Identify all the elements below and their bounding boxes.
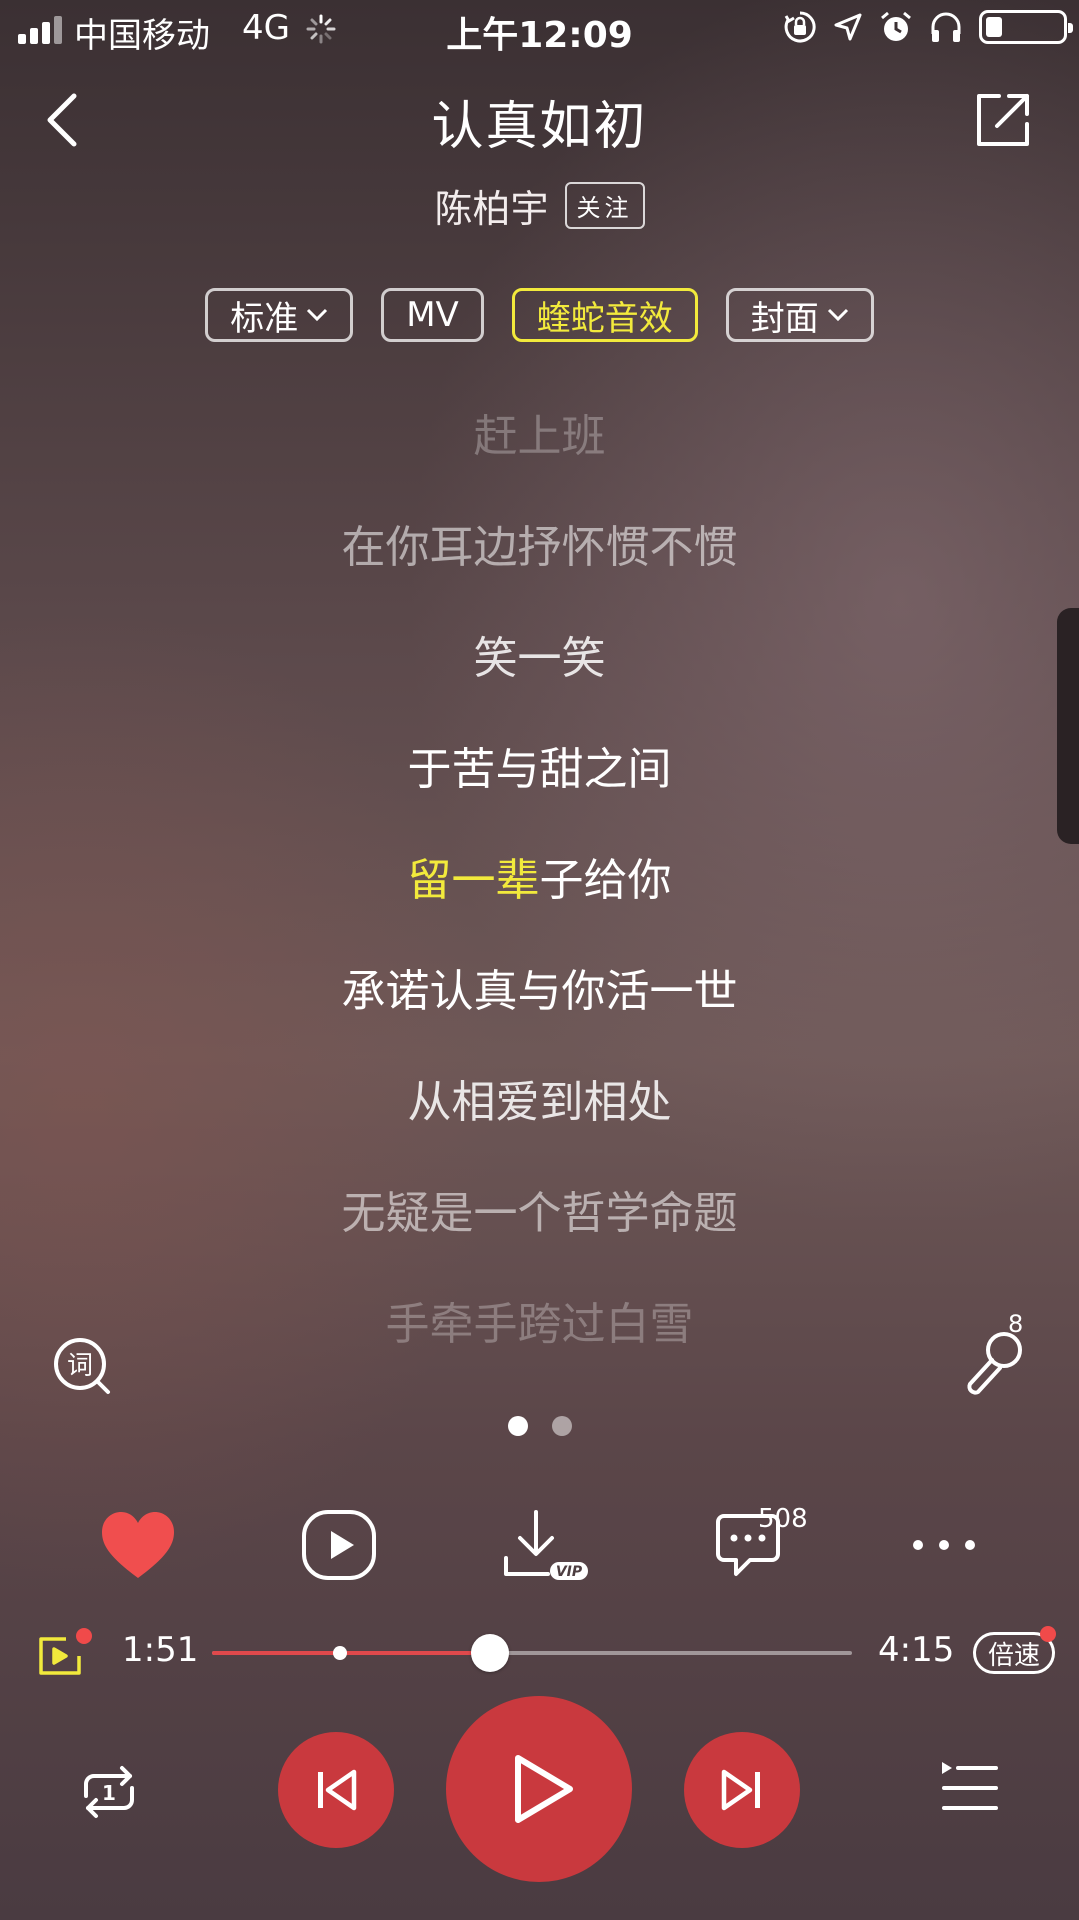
playlist-button[interactable]: [938, 1760, 1000, 1816]
heart-icon: [102, 1512, 174, 1578]
lyric-line: 赶上班: [473, 411, 606, 462]
video-playlist-icon: [39, 1637, 81, 1675]
page-dot[interactable]: [551, 1416, 572, 1436]
headphones-icon: [931, 12, 961, 42]
cover-selector[interactable]: 封面: [725, 288, 874, 342]
option-chips: 标准 MV 蝰蛇音效 封面: [0, 288, 1079, 342]
sound-effect-button[interactable]: 蝰蛇音效: [511, 288, 698, 342]
quality-selector[interactable]: 标准: [205, 288, 354, 342]
more-button[interactable]: [904, 1508, 984, 1582]
lyric-line: 手牵手跨过白雪: [385, 1299, 694, 1350]
rotation-lock-icon: [784, 11, 816, 43]
lyric-line: 在你耳边抒怀惯不惯: [341, 522, 738, 573]
progress-played: [212, 1651, 491, 1655]
quality-label: 标准: [230, 298, 299, 339]
lyric-line: 于苦与甜之间: [407, 744, 672, 795]
playlist-icon: [942, 1762, 998, 1810]
follow-button[interactable]: 关注: [564, 182, 645, 229]
play-video-icon: [302, 1510, 376, 1580]
comment-count: 508: [758, 1504, 808, 1534]
share-button[interactable]: [971, 88, 1035, 152]
notification-dot: [76, 1628, 92, 1644]
artist-name[interactable]: 陈柏宇: [434, 178, 548, 233]
previous-button[interactable]: [278, 1732, 394, 1848]
status-bar: 中国移动 4G 上午12:09: [0, 0, 1079, 60]
page-dot-active[interactable]: [507, 1416, 528, 1436]
download-button[interactable]: VIP: [502, 1508, 590, 1582]
microphone-icon: [967, 1332, 1022, 1395]
next-button[interactable]: [684, 1732, 800, 1848]
like-button[interactable]: [98, 1508, 178, 1582]
sung-portion: 留一辈: [407, 855, 540, 906]
progress-track[interactable]: [212, 1634, 852, 1672]
progress-marker: [333, 1646, 347, 1660]
current-time: 1:51: [122, 1630, 199, 1670]
next-icon: [721, 1769, 760, 1811]
lyric-search-button[interactable]: 词: [52, 1336, 112, 1396]
download-icon: [504, 1510, 554, 1576]
cover-label: 封面: [750, 298, 819, 339]
play-icon: [515, 1755, 573, 1823]
chevron-down-icon: [827, 308, 848, 322]
progress-knob[interactable]: [471, 1634, 510, 1672]
song-title: 认真如初: [431, 97, 648, 157]
total-time: 4:15: [878, 1630, 955, 1670]
mv-button[interactable]: MV: [381, 288, 484, 342]
repeat-mode-button[interactable]: 1: [76, 1762, 142, 1822]
repeat-badge: 1: [102, 1781, 116, 1805]
vip-badge: VIP: [556, 1564, 583, 1580]
unsung-portion: 子给你: [539, 855, 672, 906]
current-lyric-line: 留一辈子给你: [0, 852, 1079, 963]
lyric-line: 承诺认真与你活一世: [341, 966, 738, 1017]
chevron-down-icon: [307, 308, 328, 322]
page-indicator: [0, 1416, 1079, 1436]
lyric-tool-label: 词: [67, 1351, 93, 1381]
more-icon: [913, 1540, 975, 1550]
lyrics-panel[interactable]: 赶上班 在你耳边抒怀惯不惯 笑一笑 于苦与甜之间 留一辈子给你 承诺认真与你活一…: [0, 408, 1079, 1407]
lyric-line: 笑一笑: [473, 633, 606, 684]
alarm-icon: [881, 11, 911, 41]
lyric-line: 从相爱到相处: [407, 1077, 672, 1128]
mini-video-button[interactable]: [38, 1636, 82, 1676]
previous-icon: [318, 1769, 357, 1811]
karaoke-count: 8: [1008, 1310, 1024, 1338]
video-button[interactable]: [300, 1508, 380, 1582]
side-drawer-handle[interactable]: [1057, 608, 1079, 844]
play-button[interactable]: [446, 1696, 632, 1882]
artist-row: 陈柏宇 关注: [0, 178, 1079, 233]
notification-dot: [1040, 1626, 1056, 1642]
sound-effect-label: 蝰蛇音效: [536, 298, 673, 339]
share-icon: [977, 94, 1029, 146]
battery-icon: [979, 10, 1073, 44]
mv-label: MV: [406, 295, 459, 335]
location-icon: [834, 13, 862, 41]
speed-label: 倍速: [988, 1640, 1041, 1671]
lyric-line: 无疑是一个哲学命题: [341, 1188, 738, 1239]
